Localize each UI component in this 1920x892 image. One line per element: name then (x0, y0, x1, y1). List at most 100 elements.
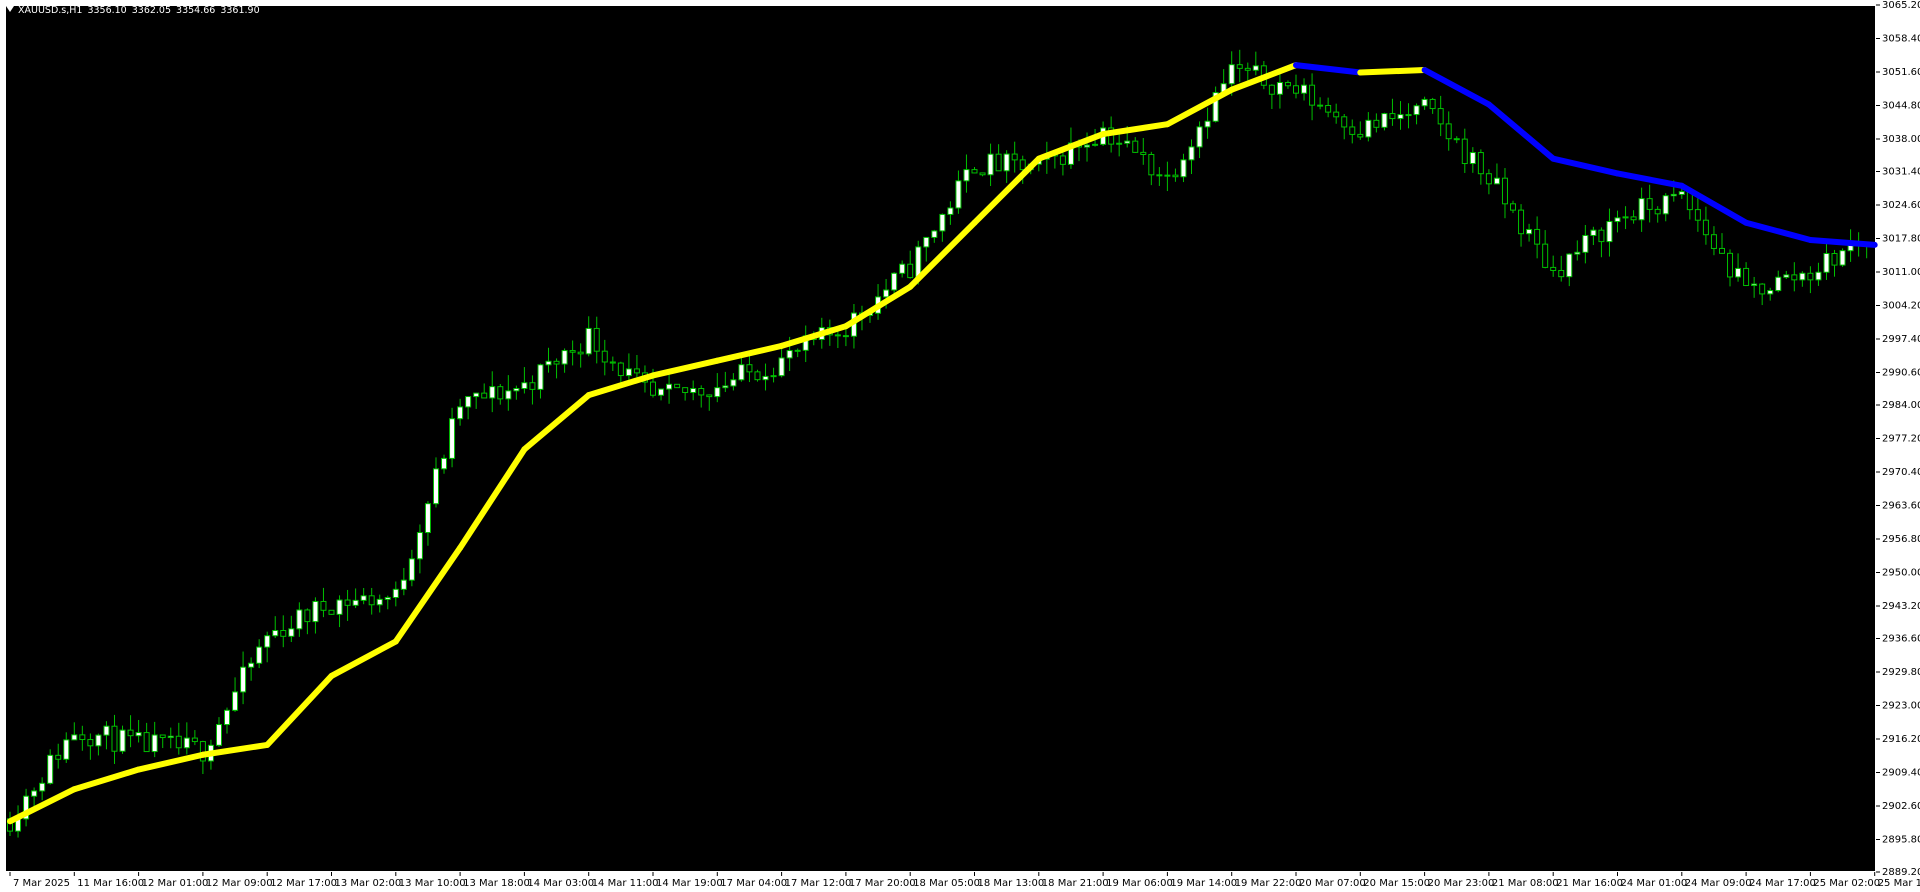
candle (1823, 253, 1830, 273)
y-tick-label: 2895.80 (1882, 834, 1920, 845)
candle (481, 392, 488, 399)
y-tick-label: 3004.20 (1882, 300, 1920, 311)
candle (1092, 143, 1099, 146)
candle (754, 371, 761, 381)
y-tick-label: 2889.20 (1882, 867, 1920, 878)
candle (87, 739, 94, 747)
candle (392, 588, 399, 599)
candle (1791, 274, 1798, 281)
candle (746, 364, 753, 373)
candle (352, 599, 359, 606)
candle (296, 609, 303, 630)
candle (899, 263, 906, 274)
candle (1244, 67, 1251, 71)
candle (1477, 152, 1484, 175)
candle (923, 236, 930, 248)
candle (256, 646, 263, 664)
plot-background[interactable] (5, 5, 1876, 872)
candle (1574, 251, 1581, 255)
x-tick-label: 19 Mar 22:00 (1235, 878, 1302, 889)
y-tick-label: 2950.00 (1882, 567, 1920, 578)
candle (658, 388, 665, 396)
candle (1485, 173, 1492, 185)
x-tick-label: 13 Mar 10:00 (399, 878, 466, 889)
y-tick-label: 3031.40 (1882, 167, 1920, 178)
candle (569, 350, 576, 353)
candle (505, 390, 512, 400)
candle (135, 732, 142, 737)
candle (1727, 252, 1734, 278)
x-tick-label: 12 Mar 01:00 (142, 878, 209, 889)
y-tick-label: 3017.80 (1882, 233, 1920, 244)
y-tick-label: 2970.40 (1882, 467, 1920, 478)
candle (1831, 253, 1838, 266)
candle (191, 737, 198, 743)
candle (215, 724, 222, 746)
candle (995, 153, 1002, 172)
candle (762, 375, 769, 381)
candle (449, 418, 456, 459)
candle (376, 598, 383, 606)
y-tick-label: 3065.20 (1882, 0, 1920, 11)
x-tick-label: 12 Mar 09:00 (206, 878, 273, 889)
candle (971, 169, 978, 174)
candle (1775, 276, 1782, 292)
candle (1204, 120, 1211, 128)
candle (650, 381, 656, 396)
y-tick-label: 3038.00 (1882, 134, 1920, 145)
candle (963, 169, 970, 182)
candle (1453, 138, 1460, 141)
ma-line-segment (1357, 67, 1428, 76)
candle (609, 361, 616, 364)
candle (1252, 65, 1259, 71)
candle (1662, 195, 1669, 215)
candle (593, 327, 600, 352)
candle (682, 387, 689, 394)
candle (1429, 98, 1436, 110)
candle (79, 734, 86, 741)
candle (1518, 209, 1525, 235)
x-tick-label: 25 Mar 10:00 (1878, 878, 1920, 889)
candle (312, 600, 319, 623)
candle (1124, 140, 1131, 144)
y-tick-label: 3058.40 (1882, 33, 1920, 44)
candle (167, 735, 174, 739)
candle (159, 734, 166, 739)
candle (1389, 113, 1396, 120)
candle (553, 360, 560, 365)
high-value: 3362.05 (131, 5, 172, 16)
candle (714, 387, 721, 398)
candle (1381, 113, 1388, 128)
candle (1646, 198, 1653, 210)
candle (1397, 114, 1404, 120)
candle (1059, 155, 1066, 165)
y-tick-label: 2977.20 (1882, 434, 1920, 445)
candle (1461, 138, 1468, 165)
candle (1365, 119, 1372, 138)
candle (424, 503, 431, 534)
candle (1357, 133, 1364, 138)
candle (432, 468, 439, 505)
candle (883, 289, 890, 298)
candle (264, 635, 271, 648)
candle (778, 357, 785, 377)
chart-window[interactable]: 3065.20 3058.40 3051.60 3044.80 3038.00 3031.… (0, 0, 1920, 892)
y-tick-label: 3011.00 (1882, 267, 1920, 278)
candle (1783, 274, 1790, 278)
candle (175, 735, 182, 749)
candle (907, 263, 914, 279)
x-tick-label: 17 Mar 12:00 (785, 878, 852, 889)
candle (617, 362, 624, 377)
candle (1405, 114, 1412, 117)
candle (320, 600, 327, 611)
candle (513, 388, 520, 392)
y-tick-label: 2943.20 (1882, 601, 1920, 612)
symbol-menu-icon[interactable] (6, 6, 14, 12)
y-tick-label: 2929.80 (1882, 667, 1920, 678)
candle (416, 532, 423, 560)
candle (1638, 198, 1645, 221)
candle (1493, 177, 1500, 185)
candlestick-chart[interactable]: 3065.20 3058.40 3051.60 3044.80 3038.00 3031.… (0, 0, 1920, 892)
candle (71, 734, 78, 741)
candle (1284, 82, 1291, 87)
